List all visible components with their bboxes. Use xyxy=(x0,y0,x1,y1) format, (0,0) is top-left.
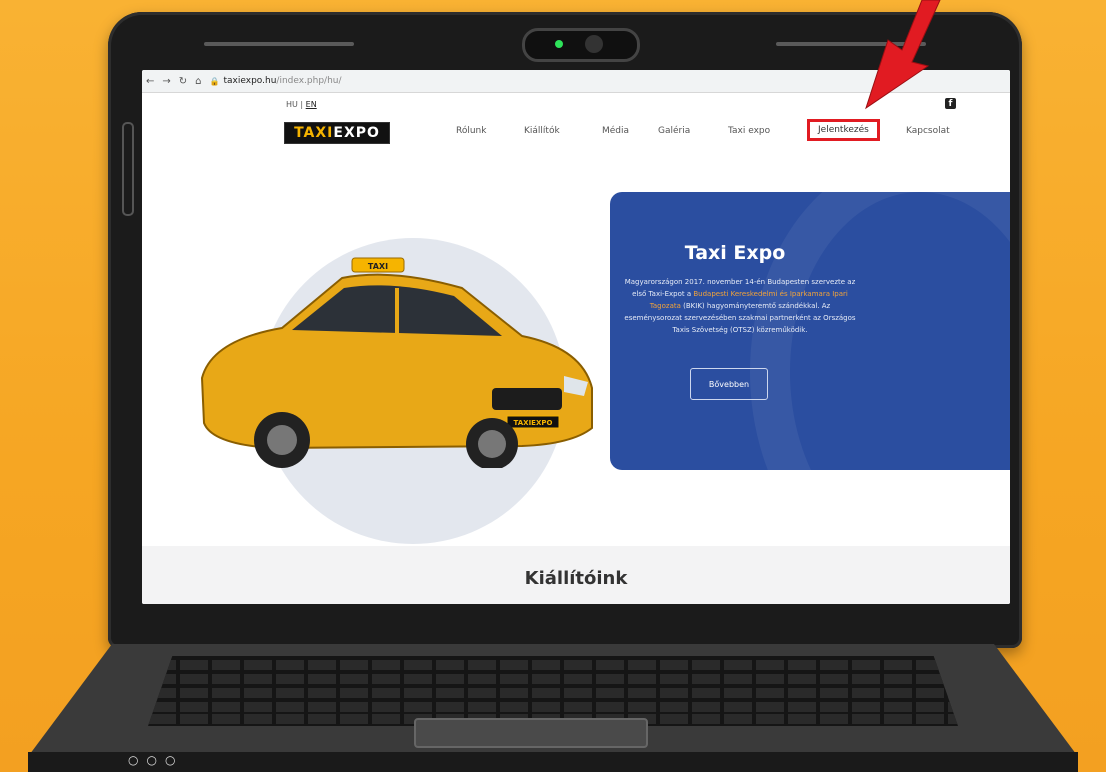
exhibitors-section: Kiállítóink xyxy=(142,546,1010,604)
nav-item-jelentkezes[interactable]: Jelentkezés xyxy=(807,119,880,141)
keyboard xyxy=(148,656,958,726)
nav-item-kiallitok[interactable]: Kiállítók xyxy=(524,126,560,136)
nav-item-taxi-expo[interactable]: Taxi expo xyxy=(728,126,770,136)
nav-item-galeria[interactable]: Galéria xyxy=(658,126,690,136)
lock-icon: 🔒 xyxy=(209,76,220,86)
license-plate-text: TAXIEXPO xyxy=(514,419,553,427)
roof-sign-text: TAXI xyxy=(368,262,388,271)
nav-item-kapcsolat[interactable]: Kapcsolat xyxy=(906,126,950,136)
red-arrow-icon xyxy=(865,0,941,110)
forward-icon[interactable]: → xyxy=(162,76,170,87)
webcam-lens xyxy=(585,35,603,53)
url-host[interactable]: taxiexpo.hu xyxy=(224,76,277,86)
keyboard-row xyxy=(148,702,958,712)
site-logo[interactable]: TAXI EXPO xyxy=(284,122,390,144)
webcam xyxy=(522,28,640,62)
base-front-edge xyxy=(28,752,1078,772)
nav-item-media[interactable]: Média xyxy=(602,126,629,136)
back-icon[interactable]: ← xyxy=(146,76,154,87)
lang-separator: | xyxy=(300,100,304,109)
nav-item-rolunk[interactable]: Rólunk xyxy=(456,126,486,136)
logo-part-expo: EXPO xyxy=(333,125,380,141)
laptop-screen: ← → ↻ ⌂ 🔒 taxiexpo.hu/index.php/hu/ HU |… xyxy=(142,70,1010,604)
taxi-car-image: TAXI TAXIEXPO xyxy=(200,257,593,468)
hero-text: Magyarországon 2017. november 14-én Buda… xyxy=(620,276,860,336)
more-button[interactable]: Bővebben xyxy=(690,368,768,400)
hero-panel: Taxi Expo Magyarországon 2017. november … xyxy=(610,192,1010,470)
logo-part-taxi: TAXI xyxy=(294,125,334,141)
bezel-highlight-left xyxy=(204,42,354,46)
hero-title: Taxi Expo xyxy=(684,242,786,264)
reload-icon[interactable]: ↻ xyxy=(179,76,187,87)
home-icon[interactable]: ⌂ xyxy=(195,76,201,87)
keyboard-row xyxy=(148,688,958,698)
language-switcher: HU | EN xyxy=(286,100,317,109)
url-path[interactable]: /index.php/hu/ xyxy=(276,76,341,86)
keyboard-row xyxy=(148,660,958,670)
side-ports-icon: ○○○ xyxy=(128,753,184,767)
exhibitors-title: Kiállítóink xyxy=(524,568,628,589)
keyboard-row xyxy=(148,674,958,684)
lang-hu[interactable]: HU xyxy=(286,100,298,109)
webcam-led xyxy=(555,40,563,48)
touchpad xyxy=(414,718,648,748)
hinge-left xyxy=(122,122,134,216)
lang-en[interactable]: EN xyxy=(306,100,317,109)
laptop-base: ○○○ xyxy=(28,644,1078,772)
browser-nav-controls: ← → ↻ ⌂ xyxy=(146,76,202,87)
